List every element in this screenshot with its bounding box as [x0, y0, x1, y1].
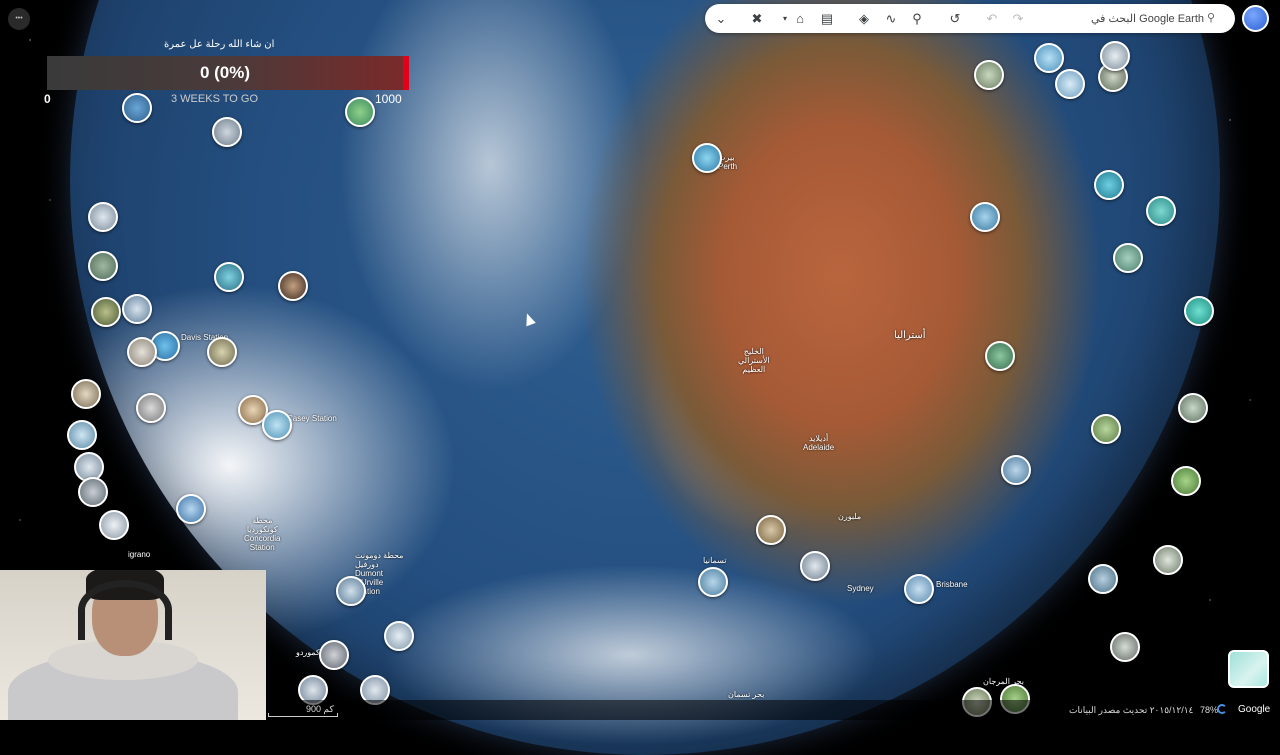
minimap-button[interactable]: [1228, 650, 1269, 688]
photo-pin[interactable]: [1146, 196, 1176, 226]
photo-pin[interactable]: [212, 117, 242, 147]
history-icon[interactable]: ↺: [945, 9, 965, 29]
placemark-icon[interactable]: ⚲: [907, 9, 927, 29]
map-label-concordia: محطة كونكورديا Concordia Station: [244, 516, 281, 552]
loading-spinner-icon: [1217, 704, 1227, 714]
photo-pin[interactable]: [278, 271, 308, 301]
photo-pin[interactable]: [1094, 170, 1124, 200]
photo-pin[interactable]: [1110, 632, 1140, 662]
map-label-brisbane: Brisbane: [936, 580, 968, 589]
photo-pin[interactable]: [1153, 545, 1183, 575]
photo-pin[interactable]: [91, 297, 121, 327]
scale-label: 900 كم: [306, 704, 334, 714]
photo-pin[interactable]: [99, 510, 129, 540]
photo-pin[interactable]: [970, 202, 1000, 232]
home-icon[interactable]: ⌂: [790, 9, 810, 29]
photo-pin[interactable]: [904, 574, 934, 604]
tools-icon[interactable]: ✖: [747, 9, 767, 29]
redo-icon[interactable]: ↷: [1008, 9, 1028, 29]
photo-pin[interactable]: [985, 341, 1015, 371]
photo-pin[interactable]: [800, 551, 830, 581]
corner-menu-button[interactable]: •••: [8, 8, 30, 30]
photo-pin[interactable]: [176, 494, 206, 524]
map-label-australia: أستراليا: [894, 330, 926, 341]
photo-pin[interactable]: [1055, 69, 1085, 99]
photo-pin[interactable]: [1088, 564, 1118, 594]
map-label-bight: الخليج الأسترالي العظيم: [738, 347, 770, 374]
photo-pin[interactable]: [1184, 296, 1214, 326]
layers-icon[interactable]: ◈: [854, 9, 874, 29]
webcam-overlay: [0, 570, 266, 720]
photo-pin[interactable]: [127, 337, 157, 367]
account-avatar[interactable]: [1242, 5, 1269, 32]
path-icon[interactable]: ∿: [881, 9, 901, 29]
photo-pin[interactable]: [1091, 414, 1121, 444]
progress-subtitle: 3 WEEKS TO GO: [171, 93, 259, 105]
map-label-adelaide: أديلايد Adelaide: [803, 434, 835, 452]
photo-pin[interactable]: [692, 143, 722, 173]
photo-pin[interactable]: [67, 420, 97, 450]
photo-pin[interactable]: [1034, 43, 1064, 73]
photo-pin[interactable]: [88, 251, 118, 281]
search-icon[interactable]: ⚲: [1207, 11, 1215, 24]
photo-pin[interactable]: [214, 262, 244, 292]
headphones-icon: [78, 580, 172, 640]
status-bar: 900 كم ٢٠١٥/١٢/١٤ تحديث مصدر البيانات 78…: [266, 700, 1280, 720]
photo-pin[interactable]: [1113, 243, 1143, 273]
photo-pin[interactable]: [88, 202, 118, 232]
google-logo: Google: [1238, 704, 1271, 715]
photo-pin[interactable]: [1171, 466, 1201, 496]
zoom-level: 78%: [1200, 705, 1219, 715]
progress-max-label: 1000: [375, 92, 402, 106]
chevron-down-icon[interactable]: ⌄: [711, 9, 731, 29]
photo-pin[interactable]: [384, 621, 414, 651]
search-input[interactable]: [1040, 8, 1226, 29]
ruler-icon[interactable]: ▤: [817, 9, 837, 29]
photo-pin[interactable]: [207, 337, 237, 367]
map-label-melbourne: ملبورن: [838, 512, 862, 521]
undo-icon[interactable]: ↶: [982, 9, 1002, 29]
earth-toolbar: ⌄ ✖ ▾ ⌂ ▤ ◈ ∿ ⚲ ↺ ↶ ↷ ⚲: [705, 4, 1235, 33]
map-label-tasmania: تسمانيا: [703, 556, 727, 565]
photo-pin[interactable]: [1100, 41, 1130, 71]
photo-pin[interactable]: [345, 97, 375, 127]
photo-pin[interactable]: [1178, 393, 1208, 423]
map-label-sydney: Sydney: [847, 584, 874, 593]
progress-value: 0 (0%): [199, 63, 251, 82]
photo-pin[interactable]: [336, 576, 366, 606]
progress-bar: 0 (0%): [47, 56, 409, 90]
photo-pin[interactable]: [262, 410, 292, 440]
photo-pin[interactable]: [974, 60, 1004, 90]
photo-pin[interactable]: [319, 640, 349, 670]
photo-pin[interactable]: [78, 477, 108, 507]
photo-pin[interactable]: [698, 567, 728, 597]
photo-pin[interactable]: [756, 515, 786, 545]
data-source-date[interactable]: ٢٠١٥/١٢/١٤ تحديث مصدر البيانات: [1069, 705, 1193, 716]
photo-pin[interactable]: [1001, 455, 1031, 485]
photo-pin[interactable]: [136, 393, 166, 423]
map-label-tasman-sea: بحر تسمان: [728, 690, 765, 699]
photo-pin[interactable]: [71, 379, 101, 409]
progress-title: ان شاء الله رحلة عل عمرة: [164, 39, 275, 50]
map-label-casey: Casey Station: [287, 414, 337, 423]
photo-pin[interactable]: [122, 294, 152, 324]
progress-min-label: 0: [44, 92, 51, 106]
map-label-igrano: igrano: [128, 550, 151, 559]
photo-pin[interactable]: [122, 93, 152, 123]
